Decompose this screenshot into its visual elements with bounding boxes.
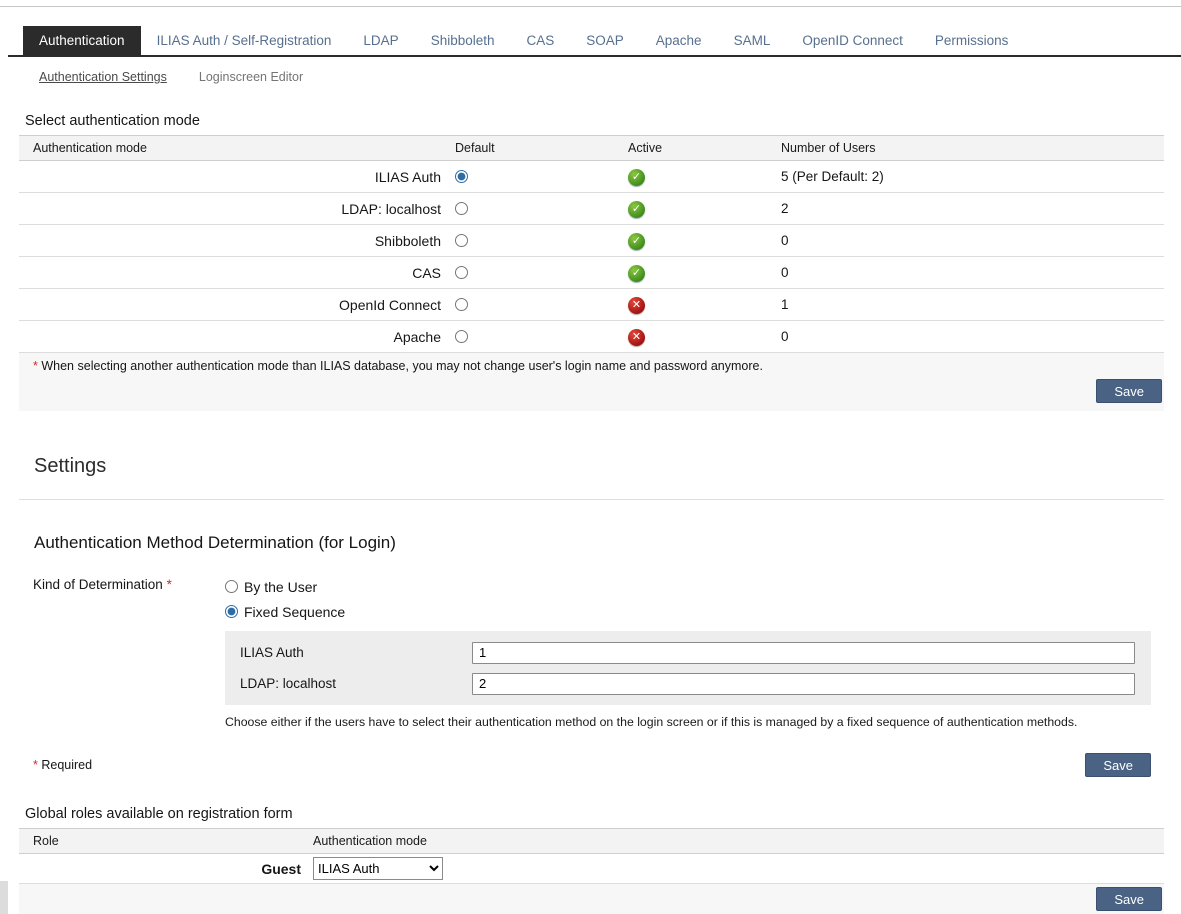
- user-count: 0: [773, 321, 1164, 353]
- default-radio[interactable]: [455, 234, 468, 247]
- sequence-label: ILIAS Auth: [240, 645, 472, 660]
- mode-label: Shibboleth: [19, 225, 447, 257]
- required-note: * Required: [33, 758, 92, 772]
- tab-openid-connect[interactable]: OpenID Connect: [786, 26, 919, 55]
- user-count: 1: [773, 289, 1164, 321]
- footnote-text: When selecting another authentication mo…: [41, 359, 763, 373]
- tab-cas[interactable]: CAS: [511, 26, 571, 55]
- col-role: Role: [19, 829, 305, 854]
- auth-mode-header-row: Authentication mode Default Active Numbe…: [19, 136, 1164, 161]
- page-container: Authentication ILIAS Auth / Self-Registr…: [8, 26, 1181, 914]
- subtab-bar: Authentication Settings Loginscreen Edit…: [8, 70, 1181, 84]
- active-check-icon: ✓: [628, 201, 645, 218]
- user-count: 2: [773, 193, 1164, 225]
- sequence-row: LDAP: localhost: [240, 668, 1135, 699]
- table-row: Guest ILIAS Auth: [19, 854, 1164, 884]
- mode-label: CAS: [19, 257, 447, 289]
- fixed-sequence-panel: ILIAS Auth LDAP: localhost: [225, 631, 1151, 705]
- table-row: CAS ✓ 0: [19, 257, 1164, 289]
- table-row: ILIAS Auth ✓ 5 (Per Default: 2): [19, 161, 1164, 193]
- kind-of-determination-controls: By the User Fixed Sequence ILIAS Auth LD…: [225, 574, 1151, 729]
- save-button[interactable]: Save: [1096, 379, 1162, 403]
- tab-apache[interactable]: Apache: [640, 26, 718, 55]
- determination-byline: Choose either if the users have to selec…: [225, 715, 1151, 729]
- col-default: Default: [447, 136, 620, 161]
- subtab-authentication-settings[interactable]: Authentication Settings: [23, 70, 183, 84]
- fixed-sequence-label: Fixed Sequence: [244, 604, 345, 620]
- tab-ldap[interactable]: LDAP: [347, 26, 414, 55]
- auth-mode-table-footer: * When selecting another authentication …: [19, 353, 1164, 411]
- col-active: Active: [620, 136, 773, 161]
- user-count: 0: [773, 225, 1164, 257]
- required-asterisk: *: [167, 577, 172, 592]
- table-row: LDAP: localhost ✓ 2: [19, 193, 1164, 225]
- active-check-icon: ✓: [628, 265, 645, 282]
- kind-of-determination-row: Kind of Determination * By the User Fixe…: [33, 574, 1164, 729]
- save-button[interactable]: Save: [1085, 753, 1151, 777]
- sequence-row: ILIAS Auth: [240, 637, 1135, 668]
- roles-footer: Save: [19, 884, 1164, 914]
- default-radio[interactable]: [455, 170, 468, 183]
- footnote: * When selecting another authentication …: [33, 359, 1162, 373]
- roles-table: Role Authentication mode Guest ILIAS Aut…: [19, 828, 1164, 884]
- role-name: Guest: [19, 854, 305, 884]
- fixed-sequence-option[interactable]: Fixed Sequence: [225, 599, 1151, 624]
- sequence-input-ilias-auth[interactable]: [472, 642, 1135, 664]
- determination-footer: * Required Save: [19, 753, 1164, 777]
- bottom-left-background-corner: [0, 881, 8, 914]
- table-row: Shibboleth ✓ 0: [19, 225, 1164, 257]
- required-note-asterisk: *: [33, 758, 38, 772]
- active-check-icon: ✓: [628, 169, 645, 186]
- tab-bar: Authentication ILIAS Auth / Self-Registr…: [8, 26, 1181, 57]
- content-area: Select authentication mode Authenticatio…: [8, 113, 1181, 914]
- top-header-edge: [0, 0, 1181, 7]
- required-note-text: Required: [41, 758, 92, 772]
- auth-mode-table: Authentication mode Default Active Numbe…: [19, 135, 1164, 353]
- by-the-user-label: By the User: [244, 579, 317, 595]
- default-radio[interactable]: [455, 298, 468, 311]
- determination-heading: Authentication Method Determination (for…: [34, 533, 1164, 553]
- mode-label: ILIAS Auth: [19, 161, 447, 193]
- sequence-label: LDAP: localhost: [240, 676, 472, 691]
- role-auth-mode-select[interactable]: ILIAS Auth: [313, 857, 443, 880]
- default-radio[interactable]: [455, 266, 468, 279]
- tab-shibboleth[interactable]: Shibboleth: [415, 26, 511, 55]
- by-the-user-option[interactable]: By the User: [225, 574, 1151, 599]
- tab-soap[interactable]: SOAP: [570, 26, 640, 55]
- fixed-sequence-radio[interactable]: [225, 605, 238, 618]
- settings-heading: Settings: [34, 455, 1164, 478]
- mode-label: OpenId Connect: [19, 289, 447, 321]
- inactive-cross-icon: ✕: [628, 297, 645, 314]
- col-authentication-mode: Authentication mode: [305, 829, 1164, 854]
- mode-label: LDAP: localhost: [19, 193, 447, 225]
- auth-mode-section-title: Select authentication mode: [25, 113, 1164, 129]
- mode-label: Apache: [19, 321, 447, 353]
- sequence-input-ldap-localhost[interactable]: [472, 673, 1135, 695]
- default-radio[interactable]: [455, 330, 468, 343]
- table-row: OpenId Connect ✕ 1: [19, 289, 1164, 321]
- roles-header-row: Role Authentication mode: [19, 829, 1164, 854]
- save-button[interactable]: Save: [1096, 887, 1162, 911]
- subtab-loginscreen-editor[interactable]: Loginscreen Editor: [183, 70, 319, 84]
- col-authentication-mode: Authentication mode: [19, 136, 447, 161]
- default-radio[interactable]: [455, 202, 468, 215]
- by-the-user-radio[interactable]: [225, 580, 238, 593]
- col-number-of-users: Number of Users: [773, 136, 1164, 161]
- inactive-cross-icon: ✕: [628, 329, 645, 346]
- tab-saml[interactable]: SAML: [718, 26, 787, 55]
- roles-section-title: Global roles available on registration f…: [25, 806, 1164, 822]
- user-count: 0: [773, 257, 1164, 289]
- user-count: 5 (Per Default: 2): [773, 161, 1164, 193]
- tab-permissions[interactable]: Permissions: [919, 26, 1025, 55]
- tab-ilias-auth-self-registration[interactable]: ILIAS Auth / Self-Registration: [141, 26, 348, 55]
- divider: [19, 499, 1164, 500]
- table-row: Apache ✕ 0: [19, 321, 1164, 353]
- kind-of-determination-label: Kind of Determination *: [33, 574, 225, 729]
- active-check-icon: ✓: [628, 233, 645, 250]
- tab-authentication[interactable]: Authentication: [23, 26, 141, 55]
- kind-label-text: Kind of Determination: [33, 577, 163, 592]
- footnote-asterisk: *: [33, 359, 38, 373]
